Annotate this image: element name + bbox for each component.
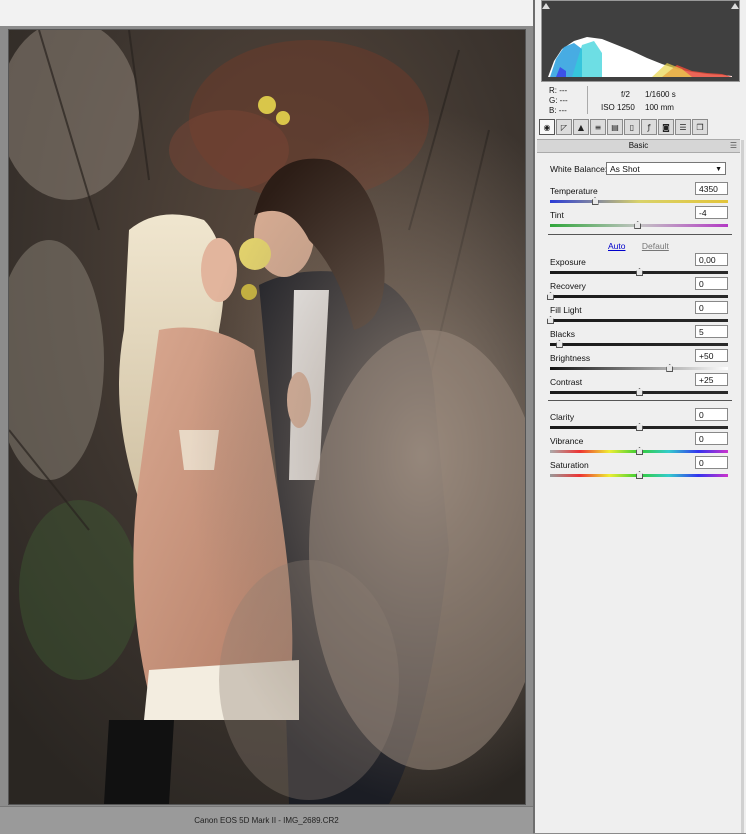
camera-calibration-icon[interactable]: ◙ — [658, 119, 674, 135]
white-balance-row: White Balance: As Shot ▼ — [550, 162, 728, 176]
brightness-label: Brightness — [550, 353, 591, 363]
preview-top-strip — [0, 0, 533, 27]
tint-control: Tint -4 — [550, 206, 728, 234]
section-title: Basic ☰ — [537, 139, 740, 153]
photo-preview[interactable] — [9, 30, 525, 804]
detail-icon[interactable]: ▲ — [573, 119, 589, 135]
vibrance-slider-thumb[interactable] — [636, 447, 643, 455]
saturation-slider-thumb[interactable] — [636, 471, 643, 479]
saturation-label: Saturation — [550, 460, 589, 470]
brightness-slider-thumb[interactable] — [666, 364, 674, 372]
g-value: G: --- — [549, 96, 568, 105]
saturation-input[interactable]: 0 — [695, 456, 728, 469]
histogram — [541, 0, 740, 82]
fill-light-input[interactable]: 0 — [695, 301, 728, 314]
presets-icon[interactable]: ☰ — [675, 119, 691, 135]
blacks-label: Blacks — [550, 329, 576, 339]
readout-separator — [587, 86, 588, 114]
exposure-slider-thumb[interactable] — [636, 268, 643, 276]
white-balance-dropdown[interactable]: As Shot ▼ — [606, 162, 726, 175]
clarity-slider-thumb[interactable] — [636, 423, 643, 431]
blacks-input[interactable]: 5 — [695, 325, 728, 338]
snapshots-icon[interactable]: ❐ — [692, 119, 708, 135]
clarity-input[interactable]: 0 — [695, 408, 728, 421]
section-title-text: Basic — [628, 141, 649, 150]
camera-filename: Canon EOS 5D Mark II - IMG_2689.CR2 — [194, 816, 339, 825]
clarity-label: Clarity — [550, 412, 575, 422]
r-value: R: --- — [549, 86, 568, 95]
temperature-label: Temperature — [550, 186, 598, 196]
tint-slider-thumb[interactable] — [634, 221, 642, 229]
lens-corrections-icon[interactable]: ▯ — [624, 119, 640, 135]
white-balance-label: White Balance: — [550, 164, 608, 174]
temperature-input[interactable]: 4350 — [695, 182, 728, 195]
photo-image — [9, 30, 525, 804]
iso: ISO 1250 — [601, 103, 635, 112]
fill-light-slider-track[interactable] — [550, 319, 728, 322]
contrast-input[interactable]: +25 — [695, 373, 728, 386]
fill-light-label: Fill Light — [550, 305, 582, 315]
tint-label: Tint — [550, 210, 564, 220]
exif-readout: f/2 1/1600 s ISO 1250 100 mm — [601, 88, 721, 114]
shutter-speed: 1/1600 s — [645, 90, 676, 99]
temperature-slider-thumb[interactable] — [591, 197, 599, 205]
focal-length: 100 mm — [645, 103, 674, 112]
contrast-control: Contrast +25 — [550, 373, 728, 401]
contrast-slider-thumb[interactable] — [636, 388, 643, 396]
vibrance-input[interactable]: 0 — [695, 432, 728, 445]
temperature-slider-track[interactable] — [550, 200, 728, 203]
panel-tab-toolbar: ◉ ◸ ▲ ≡ ▤ ▯ ƒ ◙ ☰ ❐ — [537, 119, 744, 139]
hsl-icon[interactable]: ≡ — [590, 119, 606, 135]
panel-scrollbar[interactable] — [741, 140, 744, 833]
b-value: B: --- — [549, 106, 567, 115]
rgb-readout: R: --- G: --- B: --- — [549, 86, 568, 116]
divider — [548, 234, 732, 235]
tint-input[interactable]: -4 — [695, 206, 728, 219]
saturation-control: Saturation 0 — [550, 456, 728, 484]
blacks-slider-thumb[interactable] — [555, 340, 563, 348]
recovery-input[interactable]: 0 — [695, 277, 728, 290]
exposure-label: Exposure — [550, 257, 586, 267]
auto-link[interactable]: Auto — [608, 241, 626, 251]
basic-icon[interactable]: ◉ — [539, 119, 555, 135]
aperture: f/2 — [621, 90, 630, 99]
vibrance-label: Vibrance — [550, 436, 584, 446]
status-bar: Canon EOS 5D Mark II - IMG_2689.CR2 — [0, 806, 533, 834]
chevron-down-icon: ▼ — [715, 166, 722, 173]
tone-curve-icon[interactable]: ◸ — [556, 119, 572, 135]
recovery-label: Recovery — [550, 281, 586, 291]
panel-menu-icon[interactable]: ☰ — [730, 140, 737, 152]
exposure-input[interactable]: 0,00 — [695, 253, 728, 266]
white-balance-value: As Shot — [610, 164, 640, 174]
blacks-slider-track[interactable] — [550, 343, 728, 346]
split-toning-icon[interactable]: ▤ — [607, 119, 623, 135]
effects-icon[interactable]: ƒ — [641, 119, 657, 135]
contrast-label: Contrast — [550, 377, 583, 387]
camera-readout: R: --- G: --- B: --- f/2 1/1600 s ISO 12… — [541, 84, 740, 116]
brightness-slider-track[interactable] — [550, 367, 728, 370]
brightness-input[interactable]: +50 — [695, 349, 728, 362]
recovery-slider-track[interactable] — [550, 295, 728, 298]
default-link[interactable]: Default — [642, 241, 669, 251]
auto-default-links: Auto Default — [608, 241, 669, 251]
